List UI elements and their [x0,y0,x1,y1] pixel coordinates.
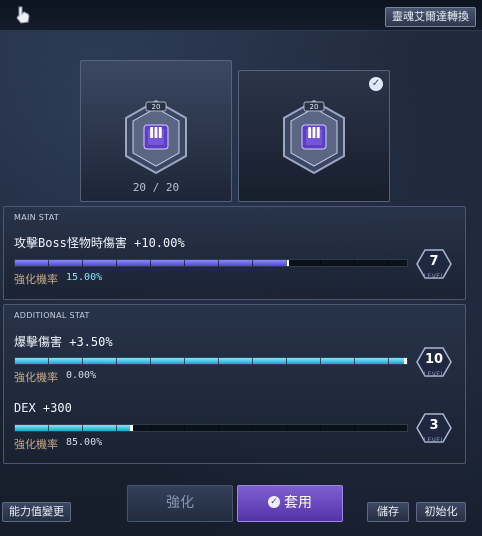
current-emblem-slot[interactable]: 20 Ⅲ 20 / 20 [80,60,232,202]
level-label: LEVEL [423,437,445,444]
convert-button[interactable]: 靈魂艾爾達轉換 [385,7,476,27]
level-indicator: 3 LEVEL [416,413,452,445]
applied-emblem-slot[interactable]: 20 Ⅲ ✓ [238,70,390,202]
progress-bar [14,357,408,365]
initialize-button[interactable]: 初始化 [416,502,466,522]
stat-name: DEX +300 [14,401,72,415]
check-icon: ✓ [369,77,383,91]
chance-label: 強化機率 [14,371,58,384]
emblem-badge: 20 [151,103,161,111]
level-number: 10 [424,352,444,367]
top-bar: 靈魂艾爾達轉換 [0,0,482,31]
apply-label: 套用 [284,495,312,511]
apply-button[interactable]: ✓ 套用 [237,485,343,522]
stat-name: 爆擊傷害 +3.50% [14,335,113,349]
emblem-glyph: Ⅲ [148,124,164,142]
progress-bar [14,424,408,432]
chance-value: 85.00% [66,437,103,448]
level-label: LEVEL [423,371,445,378]
stat-change-button[interactable]: 能力值變更 [2,502,71,522]
emblem-badge: 20 [309,103,319,111]
emblem-count: 20 / 20 [132,181,180,194]
level-label: LEVEL [423,273,445,280]
bar-ticks [15,260,407,266]
chance-label: 強化機率 [14,273,58,286]
level-indicator: 7 LEVEL [416,249,452,281]
save-button[interactable]: 儲存 [367,502,409,522]
progress-bar [14,259,408,267]
level-number: 7 [429,254,439,269]
bar-ticks [15,358,407,364]
additional-stat-panel: ADDITIONAL STAT 爆擊傷害 +3.50% 強化機率 0.00% 1… [3,304,466,464]
chance-label: 強化機率 [14,438,58,451]
panel-heading: MAIN STAT [14,213,60,222]
chance-value: 0.00% [66,370,97,381]
level-indicator: 10 LEVEL [416,347,452,379]
emblem-glyph: Ⅲ [306,124,322,142]
check-icon: ✓ [268,496,280,508]
chance-value: 15.00% [66,272,103,283]
level-number: 3 [429,418,439,433]
enhance-button[interactable]: 強化 [127,485,233,522]
stat-name: 攻擊Boss怪物時傷害 +10.00% [14,236,185,250]
bar-ticks [15,425,407,431]
hand-cursor-icon [16,6,30,24]
panel-heading: ADDITIONAL STAT [14,311,90,320]
main-stat-panel: MAIN STAT 攻擊Boss怪物時傷害 +10.00% 強化機率 15.00… [3,206,466,300]
